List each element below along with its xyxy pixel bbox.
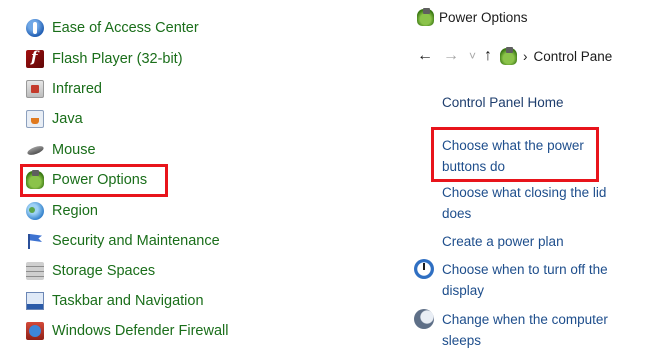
task-link-create-power-plan[interactable]: Create a power plan bbox=[442, 231, 564, 252]
cp-item-label: Infrared bbox=[52, 81, 102, 97]
task-link-line: display bbox=[442, 283, 485, 298]
region-globe-icon bbox=[26, 202, 44, 220]
java-icon bbox=[26, 110, 44, 128]
task-link-line: Choose what closing the lid bbox=[442, 185, 607, 200]
cp-item-label: Windows Defender Firewall bbox=[52, 323, 229, 339]
window-title: Power Options bbox=[439, 10, 528, 25]
control-panel-icon bbox=[500, 46, 518, 65]
task-link-closing-lid[interactable]: Choose what closing the lid does bbox=[442, 182, 606, 224]
task-link-turn-off-display[interactable]: Choose when to turn off the display bbox=[442, 259, 608, 301]
cp-item-label: Storage Spaces bbox=[52, 263, 156, 279]
ease-of-access-icon bbox=[26, 19, 44, 37]
power-buttons-highlight-box bbox=[431, 127, 599, 182]
cp-item-java[interactable]: Java bbox=[26, 108, 83, 130]
cp-item-security-maintenance[interactable]: Security and Maintenance bbox=[26, 230, 220, 252]
up-arrow-icon[interactable]: ↑ bbox=[484, 47, 492, 65]
flash-player-icon bbox=[26, 48, 44, 68]
cp-item-flash-player[interactable]: Flash Player (32-bit) bbox=[26, 48, 183, 70]
firewall-icon bbox=[26, 322, 44, 340]
security-flag-icon bbox=[26, 232, 44, 250]
window-title-bar: Power Options bbox=[417, 8, 528, 26]
forward-arrow-icon[interactable]: → bbox=[443, 47, 459, 65]
cp-item-label: Flash Player (32-bit) bbox=[52, 51, 183, 67]
power-options-icon bbox=[417, 8, 434, 26]
sleep-moon-icon bbox=[414, 309, 434, 329]
task-link-computer-sleeps[interactable]: Change when the computer sleeps bbox=[442, 309, 608, 351]
power-options-highlight-box bbox=[20, 164, 168, 197]
task-link-line: sleeps bbox=[442, 333, 482, 348]
breadcrumb-separator-icon: › bbox=[523, 48, 528, 64]
cp-item-label: Taskbar and Navigation bbox=[52, 293, 204, 309]
cp-item-windows-firewall[interactable]: Windows Defender Firewall bbox=[26, 320, 228, 342]
cp-item-mouse[interactable]: Mouse bbox=[26, 139, 96, 161]
control-panel-items-list: Ease of Access Center Flash Player (32-b… bbox=[0, 0, 400, 353]
control-panel-home-link[interactable]: Control Panel Home bbox=[442, 92, 564, 113]
back-arrow-icon[interactable]: ← bbox=[417, 47, 433, 65]
address-breadcrumb[interactable]: › Control Pane bbox=[500, 46, 613, 65]
cp-item-taskbar-navigation[interactable]: Taskbar and Navigation bbox=[26, 290, 204, 312]
recent-locations-chevron-icon[interactable]: ˅ bbox=[469, 49, 476, 63]
cp-item-label: Java bbox=[52, 111, 83, 127]
navigation-bar: ← → ˅ ↑ › Control Pane bbox=[417, 44, 612, 68]
cp-item-infrared[interactable]: Infrared bbox=[26, 78, 102, 100]
task-link-line: Create a power plan bbox=[442, 234, 564, 249]
infrared-icon bbox=[26, 80, 44, 98]
cp-item-label: Mouse bbox=[52, 142, 96, 158]
task-link-line: does bbox=[442, 206, 472, 221]
display-clock-icon bbox=[414, 259, 434, 279]
breadcrumb-control-panel[interactable]: Control Pane bbox=[534, 49, 613, 64]
cp-item-label: Security and Maintenance bbox=[52, 233, 220, 249]
cp-item-storage-spaces[interactable]: Storage Spaces bbox=[26, 260, 155, 282]
cp-item-label: Region bbox=[52, 203, 98, 219]
cp-item-region[interactable]: Region bbox=[26, 200, 98, 222]
taskbar-icon bbox=[26, 292, 44, 310]
cp-item-ease-of-access[interactable]: Ease of Access Center bbox=[26, 17, 199, 39]
power-options-window: Power Options ← → ˅ ↑ › Control Pane Con… bbox=[405, 0, 653, 353]
mouse-icon bbox=[26, 141, 44, 159]
cp-item-label: Ease of Access Center bbox=[52, 20, 199, 36]
task-link-line: Change when the computer bbox=[442, 312, 608, 327]
task-link-line: Choose when to turn off the bbox=[442, 262, 608, 277]
storage-spaces-icon bbox=[26, 262, 44, 280]
